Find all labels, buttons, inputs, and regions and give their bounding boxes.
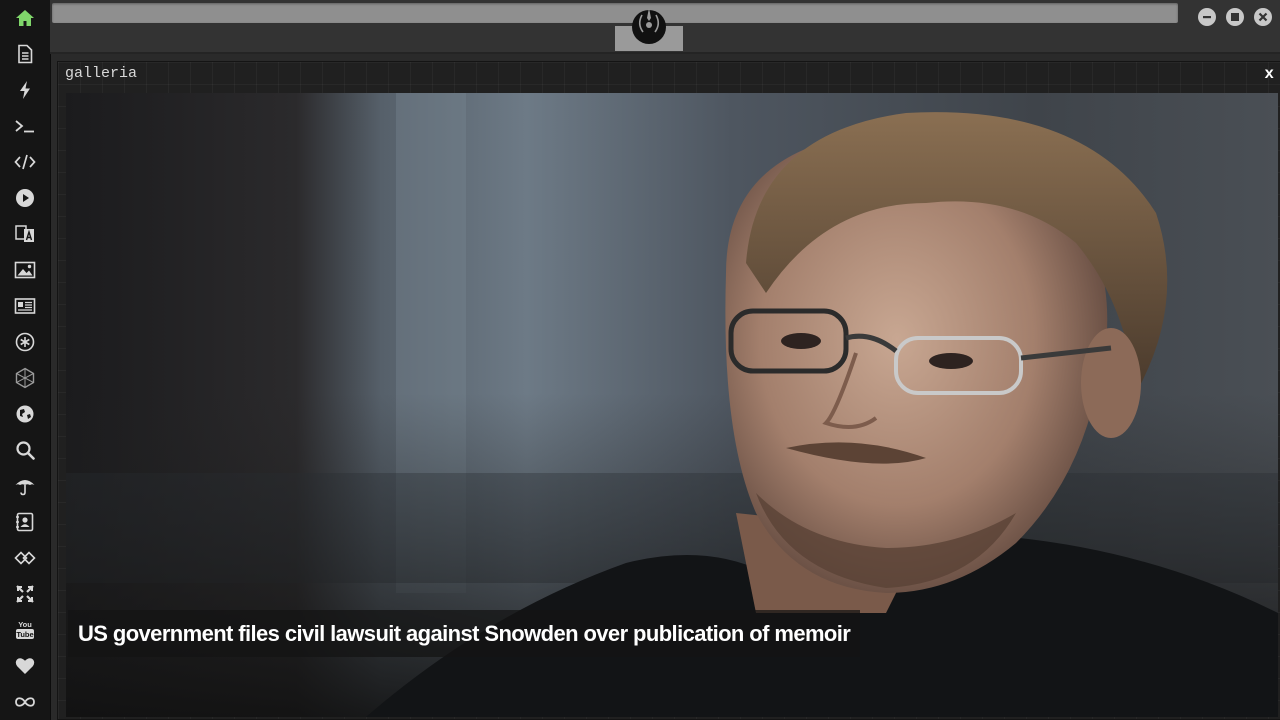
sidebar-item-news[interactable] <box>0 288 50 324</box>
expand-icon <box>16 585 34 603</box>
sidebar-item-code[interactable] <box>0 144 50 180</box>
sidebar-item-asterisk[interactable] <box>0 324 50 360</box>
rebel-alliance-icon <box>632 8 666 44</box>
svg-text:Tube: Tube <box>16 630 33 639</box>
sidebar-item-umbrella[interactable] <box>0 468 50 504</box>
translate-icon <box>15 225 34 242</box>
sidebar-item-document[interactable] <box>0 36 50 72</box>
code-icon <box>14 154 36 170</box>
document-icon <box>18 44 33 64</box>
maximize-icon <box>1231 13 1239 21</box>
sidebar-item-home[interactable] <box>0 0 50 36</box>
sidebar-item-lightning[interactable] <box>0 72 50 108</box>
globe-icon <box>16 405 34 423</box>
gallery-image[interactable]: US government files civil lawsuit agains… <box>66 93 1278 717</box>
minimize-icon <box>1203 16 1211 19</box>
umbrella-icon <box>15 480 35 496</box>
sidebar-item-image[interactable] <box>0 252 50 288</box>
heart-icon <box>15 658 35 674</box>
home-icon <box>16 10 34 26</box>
tags-icon <box>14 551 36 565</box>
gallery-panel: galleria x US government files civil law… <box>57 61 1280 720</box>
panel-title: galleria <box>65 65 138 82</box>
sidebar-item-network[interactable] <box>0 360 50 396</box>
svg-text:You: You <box>18 620 32 629</box>
contacts-icon <box>16 512 34 532</box>
network-icon <box>15 367 35 389</box>
address-bar[interactable] <box>52 3 1178 23</box>
asterisk-icon <box>15 332 35 352</box>
close-icon <box>1258 12 1268 22</box>
sidebar-item-translate[interactable] <box>0 216 50 252</box>
minimize-button[interactable] <box>1198 8 1216 26</box>
panel-close-button[interactable]: x <box>1264 64 1274 84</box>
sidebar-item-terminal[interactable] <box>0 108 50 144</box>
sidebar-item-expand[interactable] <box>0 576 50 612</box>
sidebar-item-tags[interactable] <box>0 540 50 576</box>
sidebar-item-youtube[interactable]: You Tube <box>0 612 50 648</box>
sidebar-item-favorites[interactable] <box>0 648 50 684</box>
newspaper-icon <box>14 298 36 314</box>
terminal-icon <box>15 120 34 133</box>
play-icon <box>16 189 34 207</box>
gallery-caption: US government files civil lawsuit agains… <box>68 610 861 657</box>
sidebar-item-search[interactable] <box>0 432 50 468</box>
infinity-icon <box>15 697 35 707</box>
search-icon <box>16 441 35 460</box>
close-window-button[interactable] <box>1254 8 1272 26</box>
sidebar-item-globe[interactable] <box>0 396 50 432</box>
sidebar-item-play[interactable] <box>0 180 50 216</box>
youtube-icon: YouTube <box>16 620 34 639</box>
lightning-icon <box>20 81 30 99</box>
sidebar-item-contacts[interactable] <box>0 504 50 540</box>
sidebar: You Tube <box>0 0 51 720</box>
image-icon <box>14 261 36 279</box>
top-bar <box>50 0 1280 54</box>
maximize-button[interactable] <box>1226 8 1244 26</box>
sidebar-item-infinity[interactable] <box>0 684 50 720</box>
